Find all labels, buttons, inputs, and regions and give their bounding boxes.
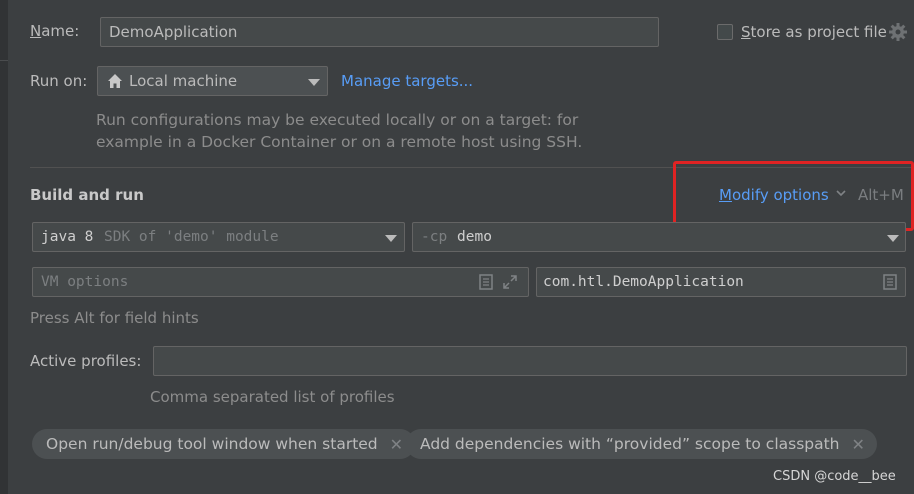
document-icon[interactable]: [479, 274, 493, 294]
run-on-description-line2: example in a Docker Container or on a re…: [96, 133, 583, 151]
expand-icon[interactable]: [502, 274, 518, 294]
sdk-sub: SDK of 'demo' module: [104, 229, 279, 245]
main-class-field[interactable]: com.htl.DemoApplication: [536, 267, 906, 297]
active-profiles-field[interactable]: [153, 346, 907, 376]
chip-add-provided-dependencies-label: Add dependencies with “provided” scope t…: [420, 435, 840, 453]
run-on-dropdown[interactable]: Local machine: [97, 66, 328, 96]
run-on-description-line1: Run configurations may be executed local…: [96, 111, 579, 129]
build-and-run-title: Build and run: [30, 186, 144, 204]
vm-options-placeholder: VM options: [41, 274, 129, 290]
sdk-main: java 8: [41, 229, 94, 245]
classpath-dropdown[interactable]: -cp demo: [412, 222, 906, 252]
browse-class-icon[interactable]: [883, 274, 897, 294]
name-label: Name:: [30, 22, 80, 40]
run-on-selected: Local machine: [129, 72, 238, 90]
store-as-project-file-label[interactable]: Store as project file: [741, 23, 887, 41]
gear-icon[interactable]: [888, 22, 908, 46]
highlight-box: [673, 161, 914, 231]
name-field[interactable]: DemoApplication: [100, 17, 659, 47]
field-hints-text: Press Alt for field hints: [30, 309, 199, 327]
store-as-project-file-checkbox[interactable]: [717, 24, 733, 40]
chevron-down-icon: [887, 235, 899, 242]
watermark: CSDN @code__bee: [773, 469, 896, 484]
home-icon: [107, 73, 123, 93]
main-class-value: com.htl.DemoApplication: [543, 274, 744, 290]
active-profiles-label: Active profiles:: [30, 352, 142, 370]
close-icon[interactable]: ✕: [390, 435, 403, 454]
chip-open-tool-window: Open run/debug tool window when started …: [32, 429, 416, 459]
run-on-label: Run on:: [30, 72, 88, 90]
left-panel-strip: [0, 0, 8, 494]
chevron-down-icon: [308, 79, 320, 86]
active-profiles-hint: Comma separated list of profiles: [150, 388, 395, 406]
name-field-value: DemoApplication: [109, 23, 238, 41]
chip-add-provided-dependencies: Add dependencies with “provided” scope t…: [406, 429, 877, 459]
chip-open-tool-window-label: Open run/debug tool window when started: [46, 435, 378, 453]
sdk-dropdown[interactable]: java 8 SDK of 'demo' module: [32, 222, 405, 252]
classpath-module: demo: [457, 229, 492, 245]
classpath-prefix: -cp: [421, 229, 448, 245]
chevron-down-icon: [385, 235, 397, 242]
left-panel-divider: [0, 60, 8, 61]
close-icon[interactable]: ✕: [852, 435, 865, 454]
manage-targets-link[interactable]: Manage targets...: [341, 72, 473, 90]
vm-options-field[interactable]: VM options: [32, 267, 529, 297]
